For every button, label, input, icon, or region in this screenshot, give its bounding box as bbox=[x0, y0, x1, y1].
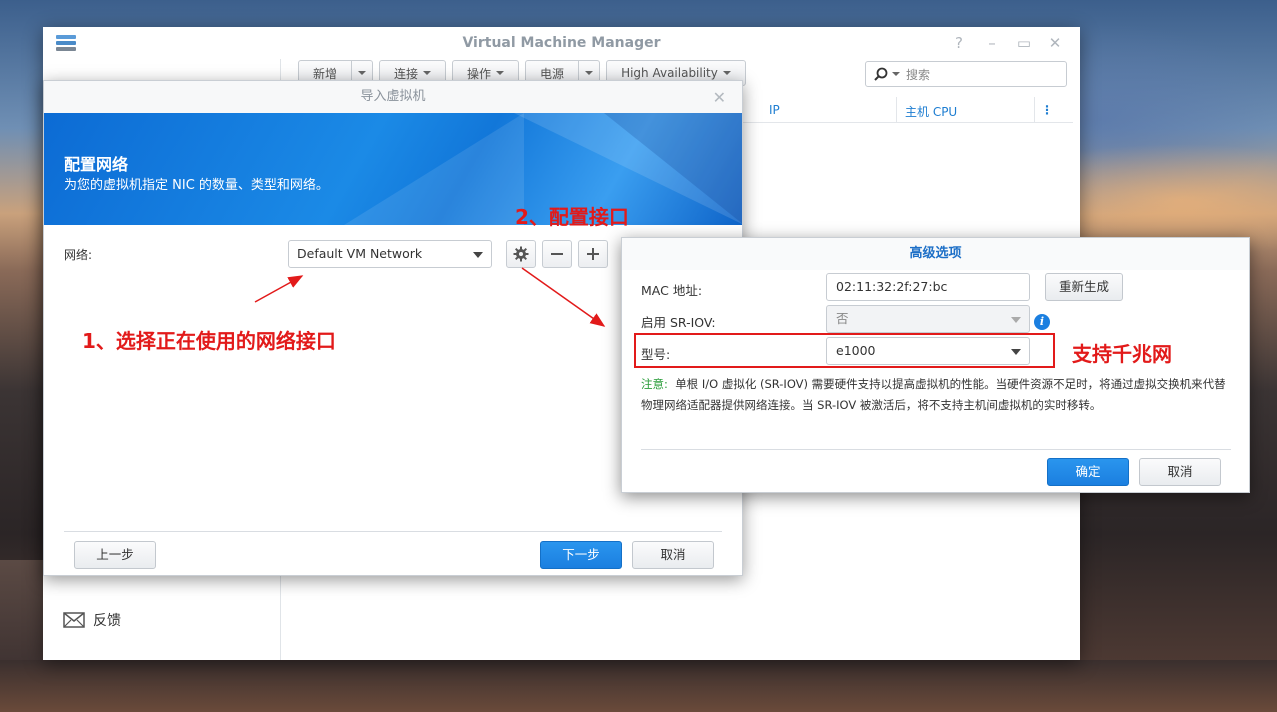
arrow-to-network-select bbox=[254, 275, 304, 303]
annotation-arrows bbox=[254, 267, 606, 327]
arrow-to-advanced-dialog bbox=[521, 267, 606, 327]
